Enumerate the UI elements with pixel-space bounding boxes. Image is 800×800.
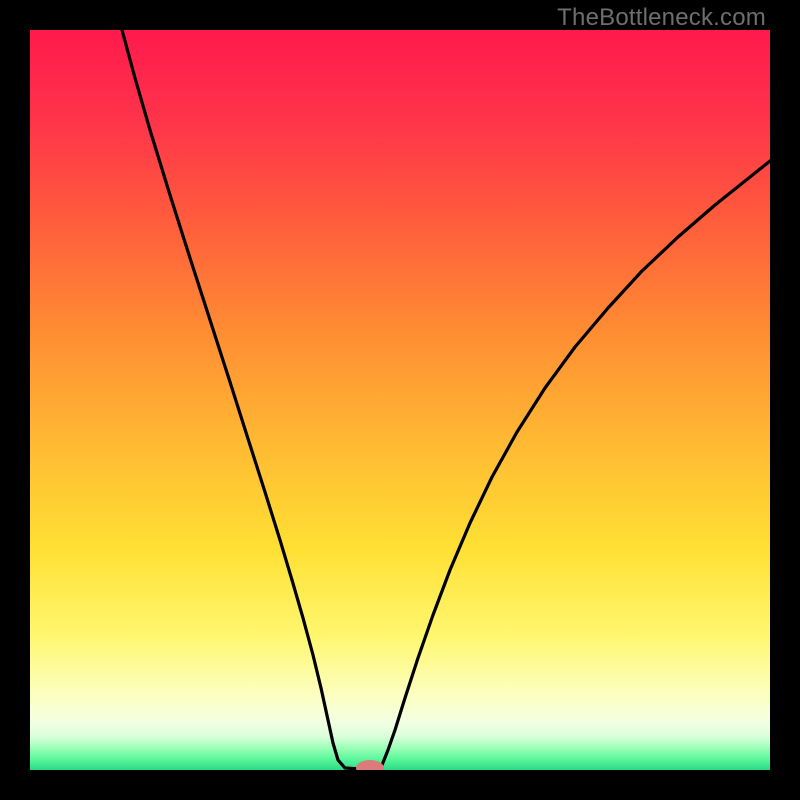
gradient-background <box>30 30 770 770</box>
watermark-text: TheBottleneck.com <box>557 4 766 32</box>
chart-frame <box>30 30 770 770</box>
bottleneck-chart <box>30 30 770 770</box>
